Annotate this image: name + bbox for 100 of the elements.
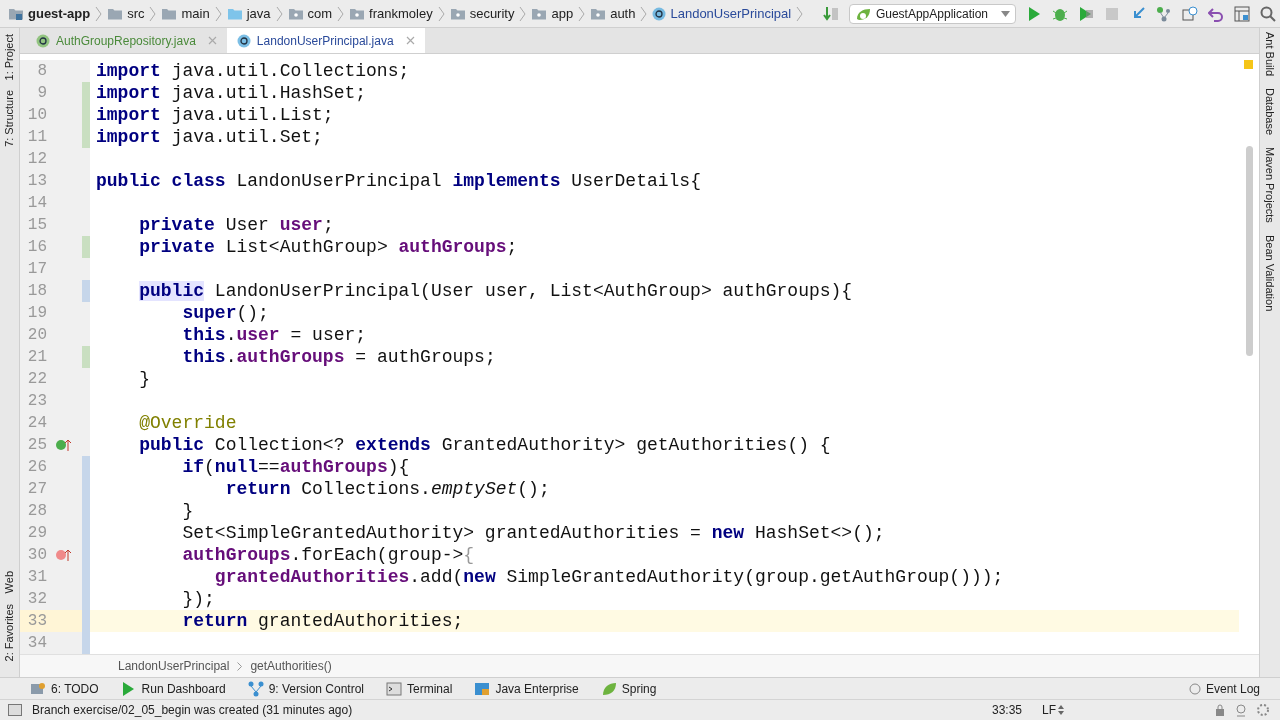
chevron-icon <box>337 5 345 22</box>
run-configuration-dropdown[interactable]: GuestAppApplication <box>848 3 1016 24</box>
line-number: 18 <box>26 281 47 302</box>
line-number: 17 <box>26 259 47 280</box>
tool-window-tab[interactable]: 2: Favorites <box>1 603 18 661</box>
lock-icon <box>1214 704 1226 716</box>
tool-window-tab[interactable]: 1: Project <box>1 34 18 81</box>
warning-indicator-icon <box>1244 60 1253 69</box>
change-marker[interactable] <box>82 632 90 654</box>
run-icon <box>1026 5 1042 22</box>
tool-window-button[interactable]: Java Enterprise <box>474 679 579 698</box>
chevron-icon <box>95 5 103 22</box>
tool-window-tab[interactable]: Database <box>1261 88 1279 136</box>
project-folder-icon <box>8 6 24 21</box>
breadcrumb-item[interactable]: main <box>181 3 210 24</box>
close-icon <box>207 36 217 45</box>
editor-tab[interactable]: LandonUserPrincipal.java <box>226 28 425 53</box>
folder-icon <box>226 7 243 20</box>
close-icon <box>405 36 415 45</box>
run-button[interactable] <box>1026 5 1042 22</box>
branch-button[interactable] <box>1156 5 1172 22</box>
structure-button[interactable] <box>1234 5 1250 22</box>
line-number: 30 <box>26 545 47 566</box>
breadcrumb-item[interactable]: src <box>127 3 145 24</box>
lambda-gutter-icon <box>56 548 72 562</box>
terminal-icon <box>386 680 403 697</box>
cursor-position[interactable]: 33:35 <box>991 701 1022 719</box>
code-line: return grantedAuthorities; <box>181 610 464 632</box>
package-folder-icon <box>531 7 548 20</box>
breadcrumb-item[interactable]: guest-app <box>28 3 91 24</box>
interface-icon <box>36 33 50 48</box>
class-icon <box>236 33 251 48</box>
line-number: 16 <box>26 237 47 258</box>
breadcrumb-item[interactable]: frankmoley <box>369 3 433 24</box>
line-number: 11 <box>26 127 47 148</box>
breadcrumb-item[interactable]: LandonUserPrincipal <box>670 3 792 24</box>
line-number: 19 <box>26 303 47 324</box>
line-number: 8 <box>36 61 47 82</box>
tool-window-tab[interactable]: Web <box>1 571 18 594</box>
line-number: 25 <box>26 435 47 456</box>
breadcrumb-item[interactable]: java <box>246 3 271 24</box>
code-line: public class LandonUserPrincipal implements UserDetails{ <box>95 170 701 192</box>
line-number: 9 <box>36 83 47 104</box>
chevron-icon <box>796 5 804 22</box>
package-folder-icon <box>449 7 466 20</box>
tool-window-button[interactable]: Terminal <box>386 679 453 698</box>
code-line: import java.util.Collections; <box>95 60 410 82</box>
event-log-button[interactable]: Event Log <box>1188 679 1260 698</box>
coverage-button[interactable] <box>1078 5 1094 22</box>
tool-window-tab[interactable]: 7: Structure <box>1 90 18 148</box>
code-line: public LandonUserPrincipal(User user, List<AuthGroup> authGroups){ <box>138 280 853 302</box>
change-marker[interactable] <box>82 456 90 478</box>
code-line: import java.util.Set; <box>95 126 323 148</box>
breadcrumb-item[interactable]: security <box>469 3 515 24</box>
breadcrumb-item[interactable]: app <box>551 3 574 24</box>
line-separator-widget[interactable]: LF <box>1042 701 1064 719</box>
breadcrumb-item[interactable]: LandonUserPrincipal <box>118 657 230 675</box>
tool-window-tab[interactable]: Bean Validation <box>1261 234 1279 312</box>
tool-window-tab[interactable]: Ant Build <box>1261 32 1279 77</box>
code-line: return Collections.emptySet(); <box>224 478 550 500</box>
stop-icon <box>1104 5 1120 22</box>
chevron-icon <box>214 5 222 22</box>
package-folder-icon <box>349 7 366 20</box>
breadcrumb-item[interactable]: com <box>307 3 333 24</box>
chevron-icon <box>578 5 586 22</box>
breadcrumb-item[interactable]: auth <box>610 3 636 24</box>
panel-toggle-icon <box>8 704 22 716</box>
tool-window-tab[interactable]: Maven Projects <box>1261 147 1279 223</box>
change-marker[interactable] <box>82 280 90 302</box>
folder-icon <box>107 7 124 20</box>
settings-icon <box>1256 703 1270 717</box>
change-marker[interactable] <box>82 126 90 148</box>
code-line: authGroups.forEach(group->{ <box>181 544 475 566</box>
code-line: } <box>181 500 194 522</box>
structure-icon <box>1234 5 1250 22</box>
chevron-icon <box>237 661 243 671</box>
scrollbar-thumb[interactable] <box>1246 146 1253 356</box>
code-line: Set<SimpleGrantedAuthority> grantedAuthorities = new HashSet<>(); <box>181 522 885 544</box>
tool-window-button[interactable]: 6: TODO <box>30 679 99 698</box>
undo-icon <box>1208 5 1224 22</box>
tool-window-button[interactable]: 9: Version Control <box>247 679 365 698</box>
line-number: 10 <box>26 105 47 126</box>
search-button[interactable] <box>1260 5 1276 22</box>
line-number: 26 <box>26 457 47 478</box>
code-line: } <box>138 368 151 390</box>
undo-button[interactable] <box>1208 5 1224 22</box>
chevron-icon <box>149 5 157 22</box>
line-number: 23 <box>26 391 47 412</box>
chevron-icon <box>519 5 527 22</box>
change-marker[interactable] <box>82 82 90 104</box>
change-marker[interactable] <box>82 346 90 368</box>
tool-window-button[interactable]: Run Dashboard <box>120 679 226 698</box>
change-marker[interactable] <box>82 236 90 258</box>
line-number: 29 <box>26 523 47 544</box>
breadcrumb-item[interactable]: getAuthorities() <box>250 657 332 675</box>
code-line: import java.util.HashSet; <box>95 82 367 104</box>
tool-window-button[interactable]: Spring <box>600 679 657 698</box>
branch-icon <box>1156 5 1172 22</box>
stop-button[interactable] <box>1104 5 1120 22</box>
line-number: 15 <box>26 215 47 236</box>
